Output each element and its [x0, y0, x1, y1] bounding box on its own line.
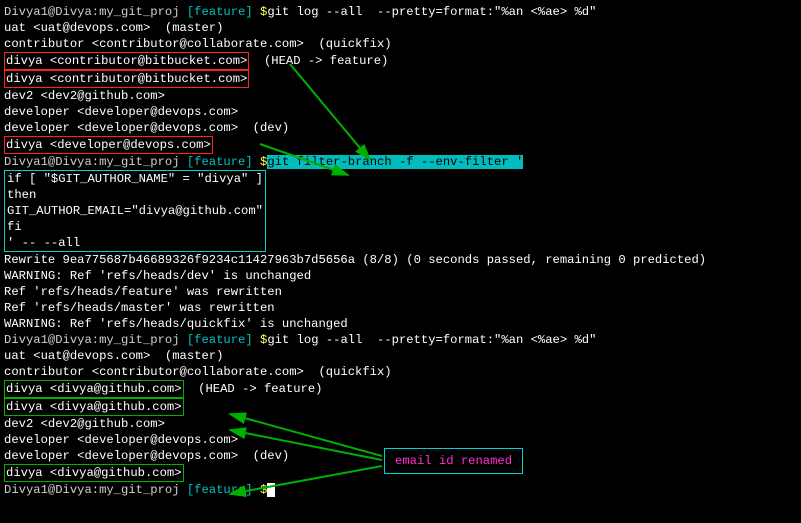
filter-branch-cmd: git filter-branch -f --env-filter '	[267, 155, 523, 169]
filter-line: if [ "$GIT_AUTHOR_NAME" = "divya" ]	[7, 171, 263, 187]
log-out: contributor <contributor@collaborate.com…	[4, 36, 797, 52]
branch-label: [feature]	[187, 333, 260, 347]
log-out: contributor <contributor@collaborate.com…	[4, 364, 797, 380]
warning-line: Ref 'refs/heads/master' was rewritten	[4, 300, 797, 316]
log-out: developer <developer@devops.com>	[4, 104, 797, 120]
log-out-boxed: divya <divya@github.com> (HEAD -> featur…	[4, 380, 797, 398]
filter-line: then	[7, 187, 263, 203]
branch-label: [feature]	[187, 5, 260, 19]
env-filter-block: if [ "$GIT_AUTHOR_NAME" = "divya" ] then…	[4, 170, 266, 252]
old-email-box: divya <contributor@bitbucket.com>	[4, 52, 249, 70]
branch-label: [feature]	[187, 155, 260, 169]
git-log-cmd-1: git log --all --pretty=format:"%an <%ae>…	[267, 5, 596, 19]
head-feature: (HEAD -> feature)	[249, 54, 388, 68]
warning-line: WARNING: Ref 'refs/heads/dev' is unchang…	[4, 268, 797, 284]
userhost: Divya1@Divya:my_git_proj	[4, 333, 187, 347]
new-email-box: divya <divya@github.com>	[4, 464, 184, 482]
log-out-boxed: divya <divya@github.com>	[4, 398, 797, 416]
userhost: Divya1@Divya:my_git_proj	[4, 5, 187, 19]
prompt-line-4[interactable]: Divya1@Divya:my_git_proj [feature] $	[4, 482, 797, 498]
warning-line: Ref 'refs/heads/feature' was rewritten	[4, 284, 797, 300]
log-out-boxed: divya <developer@devops.com>	[4, 136, 797, 154]
filter-line: GIT_AUTHOR_EMAIL="divya@github.com"	[7, 203, 263, 219]
prompt-line-1: Divya1@Divya:my_git_proj [feature] $git …	[4, 4, 797, 20]
filter-line: fi	[7, 219, 263, 235]
dollar: $	[260, 483, 267, 497]
warning-line: WARNING: Ref 'refs/heads/quickfix' is un…	[4, 316, 797, 332]
log-out-boxed: divya <contributor@bitbucket.com> (HEAD …	[4, 52, 797, 70]
prompt-line-2: Divya1@Divya:my_git_proj [feature] $git …	[4, 154, 797, 170]
branch-label: [feature]	[187, 483, 260, 497]
annotation-text: email id renamed	[395, 454, 512, 468]
git-log-cmd-2: git log --all --pretty=format:"%an <%ae>…	[267, 333, 596, 347]
new-email-box: divya <divya@github.com>	[4, 398, 184, 416]
head-feature: (HEAD -> feature)	[184, 382, 323, 396]
log-out: uat <uat@devops.com> (master)	[4, 348, 797, 364]
old-email-box: divya <contributor@bitbucket.com>	[4, 70, 249, 88]
cursor-icon	[267, 483, 275, 497]
annotation-callout: email id renamed	[384, 448, 523, 474]
log-out-boxed: divya <contributor@bitbucket.com>	[4, 70, 797, 88]
prompt-line-3: Divya1@Divya:my_git_proj [feature] $git …	[4, 332, 797, 348]
userhost: Divya1@Divya:my_git_proj	[4, 155, 187, 169]
filter-line: ' -- --all	[7, 235, 263, 251]
log-out: dev2 <dev2@github.com>	[4, 88, 797, 104]
old-email-box: divya <developer@devops.com>	[4, 136, 213, 154]
log-out: developer <developer@devops.com> (dev)	[4, 120, 797, 136]
log-out: uat <uat@devops.com> (master)	[4, 20, 797, 36]
log-out: dev2 <dev2@github.com>	[4, 416, 797, 432]
userhost: Divya1@Divya:my_git_proj	[4, 483, 187, 497]
rewrite-line: Rewrite 9ea775687b46689326f9234c11427963…	[4, 252, 797, 268]
new-email-box: divya <divya@github.com>	[4, 380, 184, 398]
log-out: developer <developer@devops.com>	[4, 432, 797, 448]
